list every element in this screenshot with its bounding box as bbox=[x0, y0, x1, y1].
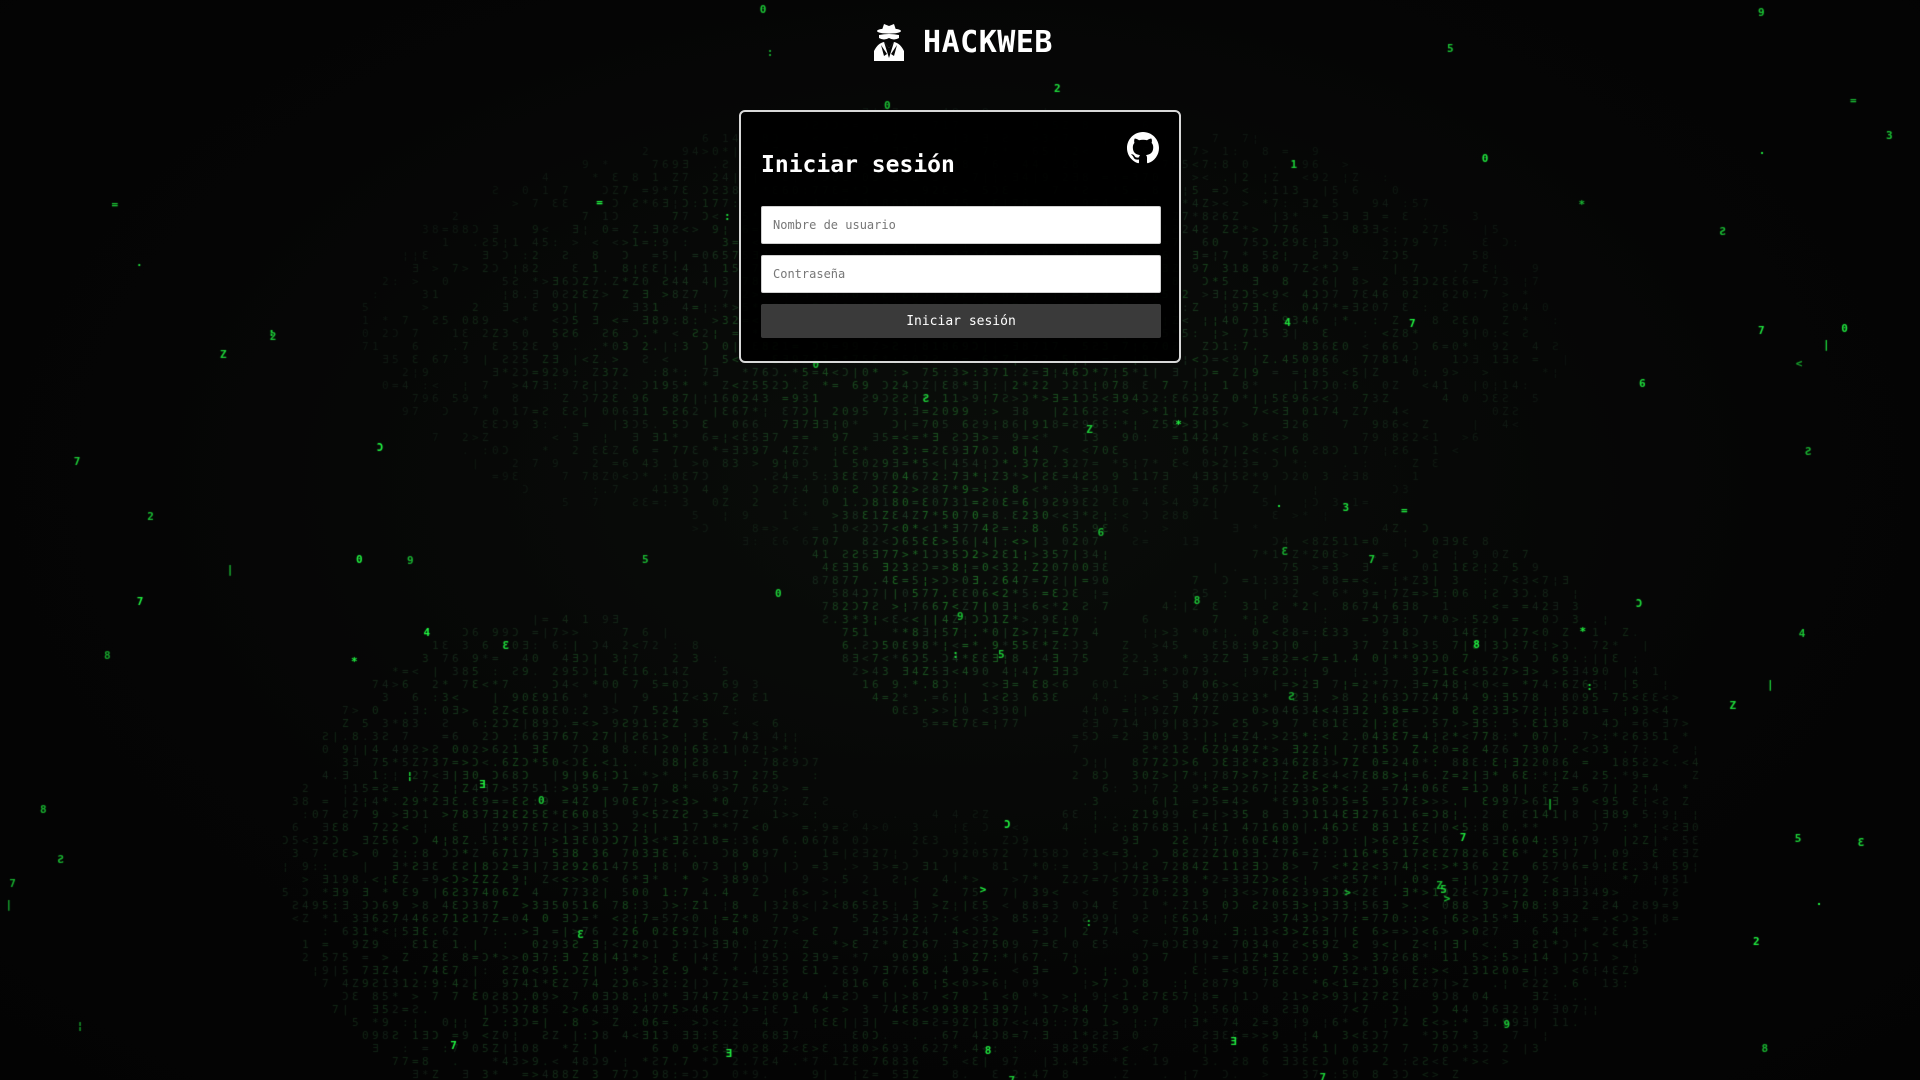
login-title: Iniciar sesión bbox=[761, 152, 955, 178]
github-link[interactable] bbox=[1127, 132, 1159, 164]
username-input[interactable] bbox=[761, 206, 1161, 244]
login-card: Iniciar sesión Iniciar sesión bbox=[739, 110, 1181, 363]
hacker-spy-icon bbox=[867, 20, 911, 64]
brand-name: HACKWEB bbox=[923, 24, 1053, 60]
github-icon bbox=[1127, 132, 1159, 164]
login-button[interactable]: Iniciar sesión bbox=[761, 304, 1161, 338]
login-page: HACKWEB Iniciar sesión Iniciar sesión bbox=[0, 0, 1920, 1080]
password-input[interactable] bbox=[761, 255, 1161, 293]
site-header: HACKWEB bbox=[0, 20, 1920, 64]
